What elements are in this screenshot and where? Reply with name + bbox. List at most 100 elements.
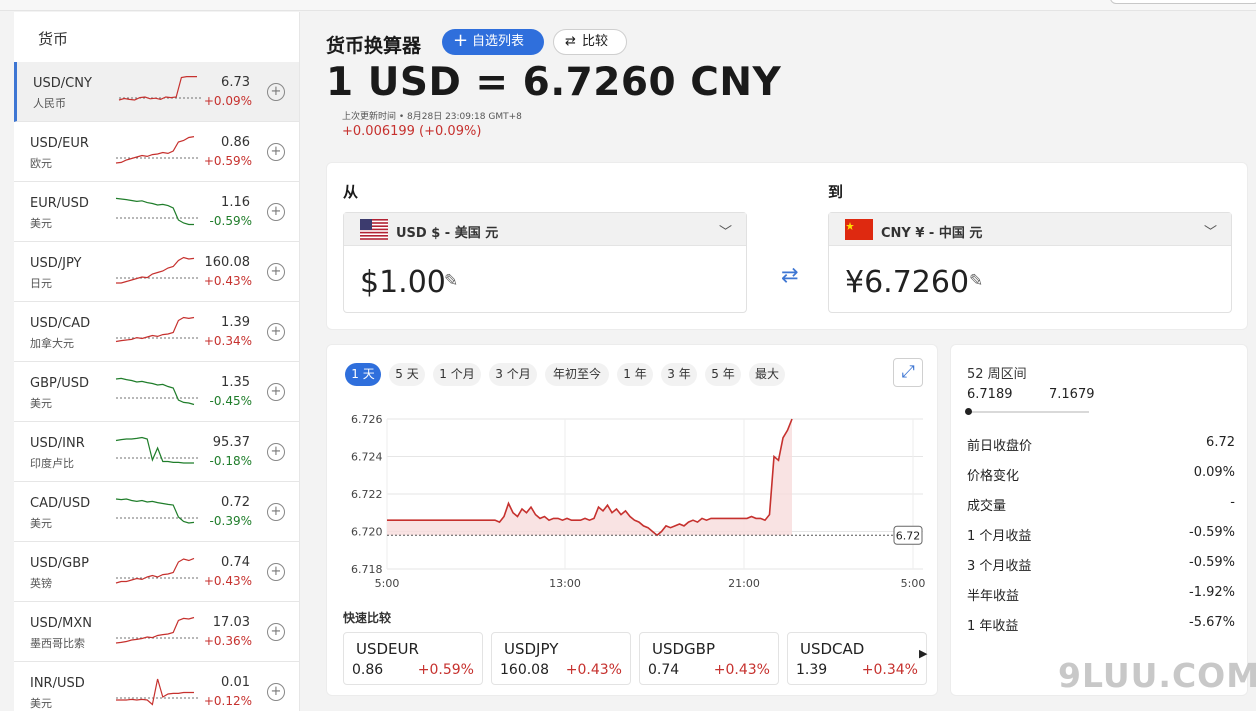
currency-row[interactable]: USD/INR 印度卢比 95.37 -0.18% + bbox=[14, 422, 299, 482]
sparkline bbox=[115, 316, 198, 343]
add-to-watchlist-icon[interactable]: + bbox=[267, 563, 285, 581]
stat-value: 6.72 bbox=[1206, 435, 1235, 450]
stat-value: -0.59% bbox=[1189, 525, 1235, 540]
add-to-watchlist-icon[interactable]: + bbox=[267, 143, 285, 161]
range-tab[interactable]: 5 年 bbox=[705, 363, 741, 386]
pencil-icon[interactable]: ✎ bbox=[444, 271, 458, 291]
sparkline bbox=[116, 256, 198, 284]
currency-row[interactable]: INR/USD 美元 0.01 +0.12% + bbox=[14, 662, 299, 711]
currency-value: 0.01 bbox=[221, 675, 250, 690]
sparkline-line bbox=[115, 436, 194, 464]
compare-label: 比较 bbox=[582, 34, 609, 49]
page-title: 货币换算器 bbox=[326, 35, 422, 57]
add-to-watchlist-icon[interactable]: + bbox=[267, 203, 285, 221]
currency-row[interactable]: CAD/USD 美元 0.72 -0.39% + bbox=[14, 482, 299, 542]
compare-pair: USDCAD bbox=[800, 640, 865, 658]
rate-delta: +0.006199 (+0.09%) bbox=[342, 124, 482, 139]
quick-compare-card[interactable]: USDEUR 0.86 +0.59% bbox=[343, 632, 483, 685]
from-currency-code: USD $ - 美国 元 bbox=[396, 226, 499, 241]
currency-value: 95.37 bbox=[212, 435, 250, 450]
stat-label: 3 个月收益 bbox=[967, 559, 1032, 574]
currency-change: +0.43% bbox=[203, 274, 252, 288]
add-to-watchlist-icon[interactable]: + bbox=[267, 83, 285, 101]
currency-name: 人民币 bbox=[33, 97, 66, 110]
to-amount-input[interactable]: ¥6.7260 bbox=[845, 265, 969, 300]
range-tab[interactable]: 年初至今 bbox=[545, 363, 609, 386]
currency-name: 墨西哥比索 bbox=[30, 637, 85, 650]
currency-row[interactable]: USD/GBP 英镑 0.74 +0.43% + bbox=[14, 542, 299, 602]
add-to-watchlist-icon[interactable]: + bbox=[267, 683, 285, 701]
week52-title: 52 周区间 bbox=[967, 367, 1027, 382]
swap-currencies-icon[interactable]: ⇄ bbox=[781, 263, 799, 287]
scroll-right-icon[interactable]: ▶ bbox=[919, 647, 927, 660]
quick-compare-card[interactable]: USDGBP 0.74 +0.43% bbox=[639, 632, 779, 685]
add-to-watchlist-icon[interactable]: + bbox=[267, 323, 285, 341]
stat-label: 前日收盘价 bbox=[967, 439, 1033, 454]
currency-name: 加拿大元 bbox=[30, 337, 74, 350]
add-to-watchlist-icon[interactable]: + bbox=[267, 503, 285, 521]
currency-row[interactable]: USD/EUR 欧元 0.86 +0.59% + bbox=[14, 122, 299, 182]
range-tab[interactable]: 1 年 bbox=[617, 363, 653, 386]
x-tick-label: 21:00 bbox=[728, 577, 760, 590]
us-flag-icon bbox=[360, 219, 388, 240]
sidebar-title: 货币 bbox=[38, 30, 69, 48]
pencil-icon[interactable]: ✎ bbox=[969, 271, 983, 291]
stat-value: -0.59% bbox=[1189, 555, 1235, 570]
sparkline bbox=[115, 136, 198, 164]
currency-row[interactable]: GBP/USD 美元 1.35 -0.45% + bbox=[14, 362, 299, 422]
quick-compare-card[interactable]: USDCAD 1.39 +0.34% bbox=[787, 632, 927, 685]
sparkline bbox=[118, 75, 201, 101]
compare-change: +0.34% bbox=[861, 662, 918, 678]
quick-compare-card[interactable]: USDJPY 160.08 +0.43% bbox=[491, 632, 631, 685]
range-tab[interactable]: 1 个月 bbox=[433, 363, 481, 386]
week52-bar bbox=[967, 411, 1089, 413]
compare-button[interactable]: ⇄ 比较 bbox=[553, 29, 627, 55]
swap-arrows-icon: ⇄ bbox=[565, 34, 576, 49]
range-tab[interactable]: 1 天 bbox=[345, 363, 381, 386]
add-to-watchlist-icon[interactable]: + bbox=[267, 443, 285, 461]
currency-value: 6.73 bbox=[221, 75, 250, 90]
add-to-watchlist-icon[interactable]: + bbox=[267, 383, 285, 401]
currency-row[interactable]: USD/CNY 人民币 6.73 +0.09% + bbox=[14, 62, 299, 122]
currency-name: 英镑 bbox=[30, 577, 52, 590]
stats-card: 52 周区间 6.7189 7.1679 前日收盘价 6.72 价格变化 0.09% 成… bbox=[950, 344, 1248, 696]
currency-name: 美元 bbox=[30, 217, 52, 230]
currency-change: +0.59% bbox=[203, 154, 252, 168]
currency-pair: GBP/USD bbox=[30, 376, 89, 391]
sparkline bbox=[115, 498, 198, 524]
range-tab[interactable]: 3 个月 bbox=[489, 363, 537, 386]
currency-row[interactable]: USD/JPY 日元 160.08 +0.43% + bbox=[14, 242, 299, 302]
plus-icon: + bbox=[453, 30, 469, 51]
expand-icon[interactable]: ⤢ bbox=[893, 358, 923, 387]
y-tick-label: 6.722 bbox=[351, 488, 383, 501]
compare-value: 0.86 bbox=[352, 662, 384, 678]
from-currency-select[interactable]: USD $ - 美国 元 ﹀ bbox=[344, 213, 746, 246]
sparkline-line bbox=[115, 616, 195, 644]
currency-pair: USD/GBP bbox=[30, 556, 89, 571]
x-tick-label: 5:00 bbox=[901, 577, 926, 590]
to-currency-select[interactable]: CNY ¥ - 中国 元 ﹀ bbox=[829, 213, 1231, 246]
from-amount-input[interactable]: $1.00 bbox=[360, 265, 446, 300]
currency-row[interactable]: EUR/USD 美元 1.16 -0.59% + bbox=[14, 182, 299, 242]
currency-row[interactable]: USD/CAD 加拿大元 1.39 +0.34% + bbox=[14, 302, 299, 362]
sparkline-line bbox=[115, 316, 195, 343]
search-box-edge[interactable] bbox=[1110, 0, 1256, 4]
currency-name: 欧元 bbox=[30, 157, 52, 170]
currency-pair: USD/INR bbox=[30, 436, 85, 451]
currency-row[interactable]: USD/MXN 墨西哥比索 17.03 +0.36% + bbox=[14, 602, 299, 662]
to-currency-code: CNY ¥ - 中国 元 bbox=[881, 226, 983, 241]
add-to-watchlist-icon[interactable]: + bbox=[267, 263, 285, 281]
x-tick-label: 5:00 bbox=[375, 577, 400, 590]
watchlist-button[interactable]: + 自选列表 bbox=[442, 29, 544, 55]
range-tab[interactable]: 最大 bbox=[749, 363, 785, 386]
range-tab[interactable]: 5 天 bbox=[389, 363, 425, 386]
prev-close-label: 6.72 bbox=[896, 529, 921, 542]
currency-name: 美元 bbox=[30, 397, 52, 410]
currency-pair: USD/CAD bbox=[30, 316, 91, 331]
add-to-watchlist-icon[interactable]: + bbox=[267, 623, 285, 641]
stat-label: 1 个月收益 bbox=[967, 529, 1032, 544]
range-tab[interactable]: 3 年 bbox=[661, 363, 697, 386]
currency-pair: USD/EUR bbox=[30, 136, 89, 151]
last-updated: 上次更新时间 • 8月28日 23:09:18 GMT+8 bbox=[342, 112, 522, 122]
currency-pair: USD/JPY bbox=[30, 256, 82, 271]
